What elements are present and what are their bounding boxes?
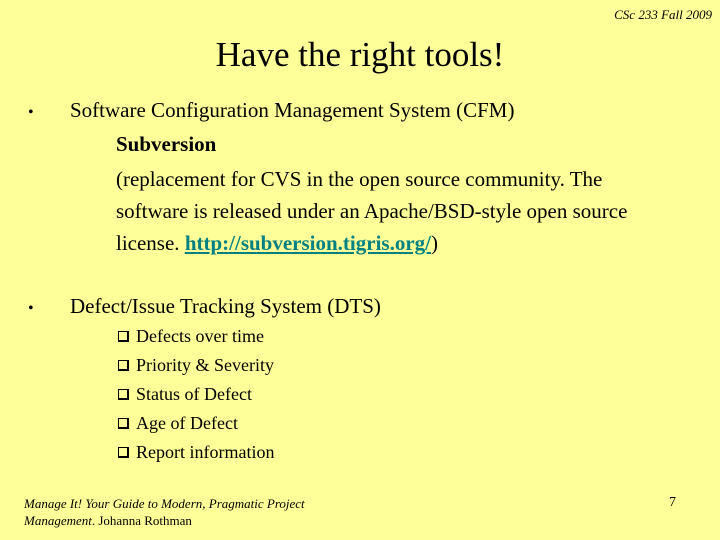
page-number: 7: [669, 495, 676, 510]
bullet-icon: •: [28, 104, 34, 121]
checkbox-icon: [118, 331, 129, 342]
tool-description-close: ): [431, 231, 438, 255]
list-item-text: Status of Defect: [136, 384, 252, 404]
list-item-text: Report information: [136, 442, 275, 462]
bullet-text: Defect/Issue Tracking System (DTS): [70, 294, 381, 318]
bullet-scm: • Software Configuration Management Syste…: [28, 97, 514, 126]
dts-feature-list: Defects over time Priority & Severity St…: [118, 322, 274, 467]
footer-reference: Manage It! Your Guide to Modern, Pragmat…: [24, 495, 364, 529]
list-item: Age of Defect: [118, 409, 274, 438]
slide-title: Have the right tools!: [215, 35, 505, 74]
book-author: . Johanna Rothman: [91, 513, 192, 528]
bullet-dts: • Defect/Issue Tracking System (DTS): [28, 293, 381, 322]
list-item: Status of Defect: [118, 380, 274, 409]
checkbox-icon: [118, 447, 129, 458]
tool-description: (replacement for CVS in the open source …: [116, 163, 676, 259]
list-item-text: Age of Defect: [136, 413, 238, 433]
course-note: CSc 233 Fall 2009: [614, 7, 712, 22]
bullet-text: Software Configuration Management System…: [70, 98, 515, 122]
bullet-icon: •: [28, 300, 34, 317]
list-item: Report information: [118, 438, 274, 467]
checkbox-icon: [118, 360, 129, 371]
subversion-link[interactable]: http://subversion.tigris.org/: [185, 231, 431, 255]
list-item-text: Priority & Severity: [136, 355, 274, 375]
checkbox-icon: [118, 389, 129, 400]
tool-name: Subversion: [116, 132, 217, 156]
list-item: Priority & Severity: [118, 351, 274, 380]
checkbox-icon: [118, 418, 129, 429]
list-item-text: Defects over time: [136, 326, 264, 346]
list-item: Defects over time: [118, 322, 274, 351]
